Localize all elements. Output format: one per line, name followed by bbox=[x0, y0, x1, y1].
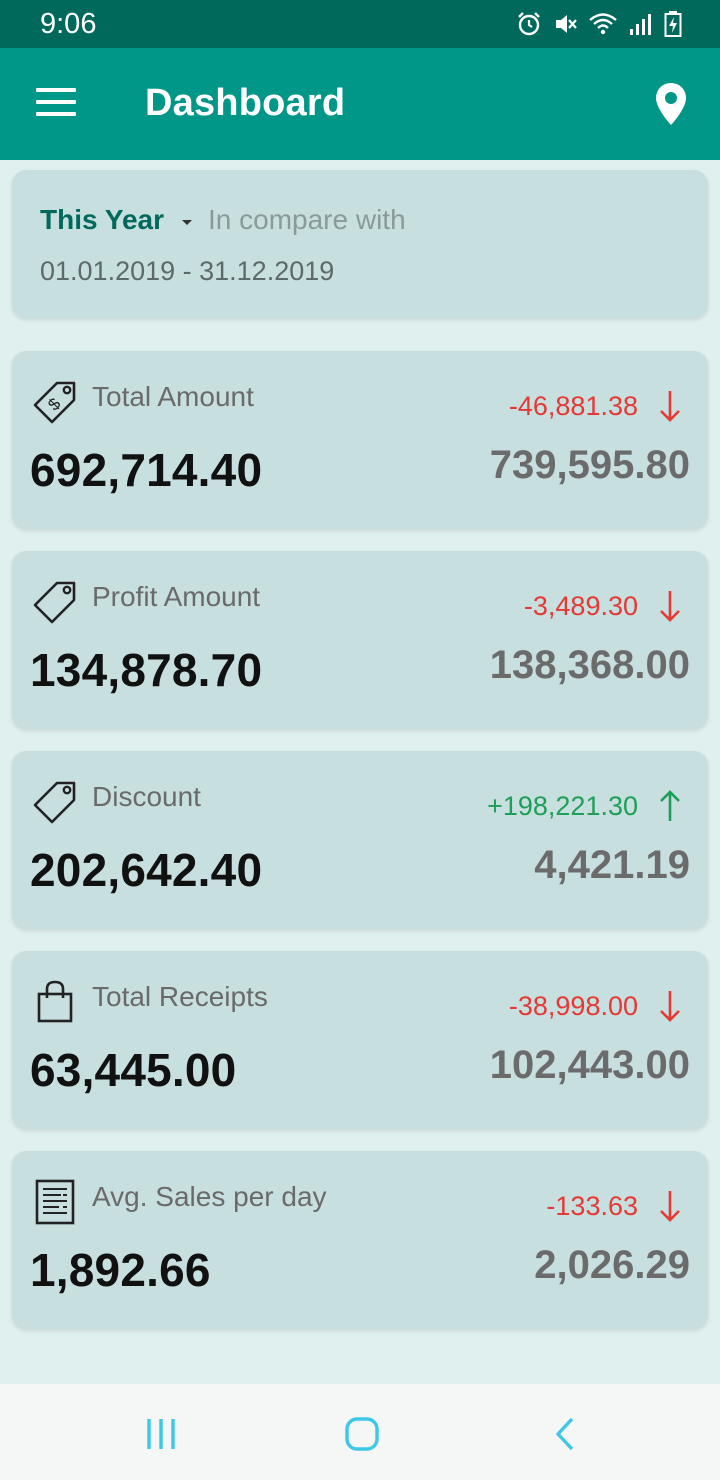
metric-card-avg-sales[interactable]: Avg. Sales per day 1,892.66 -133.63 2,02… bbox=[12, 1151, 708, 1329]
arrow-down-icon bbox=[660, 391, 680, 422]
tag-icon bbox=[33, 581, 76, 624]
app-bar: Dashboard bbox=[0, 48, 720, 160]
metric-previous-value: 4,421.19 bbox=[534, 843, 690, 887]
hamburger-menu-icon[interactable] bbox=[36, 88, 76, 118]
metric-card-total-receipts[interactable]: Total Receipts 63,445.00 -38,998.00 102,… bbox=[12, 951, 708, 1129]
metric-label: Profit Amount bbox=[92, 581, 261, 612]
signal-icon bbox=[630, 14, 651, 35]
metric-card-discount[interactable]: Discount 202,642.40 +198,221.30 4,421.19 bbox=[12, 751, 708, 929]
metric-change: -46,881.38 bbox=[508, 391, 638, 421]
home-icon[interactable] bbox=[342, 1414, 382, 1454]
metric-change: +198,221.30 bbox=[487, 791, 638, 821]
battery-charging-icon bbox=[664, 11, 682, 37]
metric-label: Total Amount bbox=[92, 381, 254, 412]
recent-apps-icon[interactable] bbox=[142, 1414, 182, 1454]
metric-value: 63,445.00 bbox=[30, 1044, 237, 1096]
price-tag-dollar-icon: $ bbox=[33, 381, 76, 424]
metric-value: 1,892.66 bbox=[30, 1244, 211, 1296]
metric-change: -3,489.30 bbox=[523, 591, 638, 621]
period-card: This Year In compare with 01.01.2019 - 3… bbox=[12, 170, 708, 318]
metric-change: -38,998.00 bbox=[508, 991, 638, 1021]
back-icon[interactable] bbox=[546, 1414, 586, 1454]
metric-value: 134,878.70 bbox=[30, 644, 263, 696]
status-bar: 9:06 bbox=[0, 0, 720, 48]
dropdown-caret-icon[interactable] bbox=[182, 220, 192, 225]
location-pin-icon[interactable] bbox=[654, 82, 688, 126]
metric-card-total-amount[interactable]: $ Total Amount 692,714.40 -46,881.38 739… bbox=[12, 351, 708, 529]
metric-previous-value: 2,026.29 bbox=[534, 1243, 690, 1287]
metric-previous-value: 739,595.80 bbox=[489, 443, 690, 487]
metric-label: Avg. Sales per day bbox=[92, 1181, 327, 1212]
page-title: Dashboard bbox=[145, 82, 346, 124]
period-dropdown[interactable]: This Year bbox=[40, 204, 164, 236]
alarm-icon bbox=[518, 12, 540, 36]
arrow-down-icon bbox=[660, 991, 680, 1022]
metric-previous-value: 102,443.00 bbox=[489, 1043, 690, 1087]
metric-value: 202,642.40 bbox=[30, 844, 263, 896]
tag-icon bbox=[33, 781, 76, 824]
system-nav-bar bbox=[0, 1384, 720, 1480]
arrow-down-icon bbox=[660, 591, 680, 622]
metric-value: 692,714.40 bbox=[30, 444, 263, 496]
shopping-bag-icon bbox=[37, 980, 73, 1023]
metric-previous-value: 138,368.00 bbox=[489, 643, 690, 687]
wifi-icon bbox=[589, 13, 617, 35]
status-time: 9:06 bbox=[40, 8, 97, 40]
compare-label: In compare with bbox=[208, 204, 406, 235]
receipt-icon bbox=[35, 1179, 75, 1225]
status-icons bbox=[516, 10, 682, 38]
arrow-up-icon bbox=[660, 790, 680, 821]
metric-change: -133.63 bbox=[546, 1191, 638, 1221]
arrow-down-icon bbox=[660, 1191, 680, 1222]
compare-date-range: 01.01.2019 - 31.12.2019 bbox=[40, 256, 335, 286]
mute-icon bbox=[556, 15, 577, 33]
metric-label: Total Receipts bbox=[92, 981, 268, 1012]
metric-label: Discount bbox=[92, 781, 201, 812]
metric-card-profit-amount[interactable]: Profit Amount 134,878.70 -3,489.30 138,3… bbox=[12, 551, 708, 729]
